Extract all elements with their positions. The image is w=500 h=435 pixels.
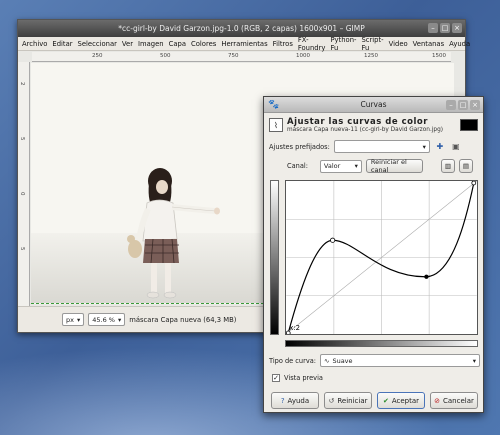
ok-button[interactable]: ✔ Aceptar (377, 392, 425, 409)
cancel-button[interactable]: ⊘ Cancelar (430, 392, 478, 409)
ruler-tick-label: 5 (19, 247, 25, 251)
control-point (330, 237, 336, 243)
curve-type-select[interactable]: ∿ Suave ▾ (320, 354, 480, 367)
preset-menu-icon[interactable]: ▣ (450, 141, 462, 153)
ruler-tick-label: 250 (92, 53, 103, 59)
menu-item[interactable]: Colores (191, 40, 216, 48)
add-preset-icon[interactable]: ✚ (434, 141, 446, 153)
preview-row: ✓ Vista previa (272, 374, 323, 382)
curves-icon: ⌇ (269, 118, 283, 132)
reset-channel-button[interactable]: Reiniciar el canal (365, 158, 423, 174)
help-button[interactable]: ? Ayuda (271, 392, 319, 409)
presets-select[interactable]: ▾ (333, 140, 430, 153)
ruler-tick-label: 500 (160, 53, 171, 59)
curve-type-row: Tipo de curva: ∿ Suave ▾ (269, 354, 480, 367)
input-gradient-bar (285, 340, 478, 347)
smooth-curve-icon: ∿ (324, 356, 330, 365)
minimize-icon[interactable]: – (428, 23, 438, 33)
dialog-header: ⌇ Ajustar las curvas de color máscara Ca… (264, 113, 483, 137)
menu-item[interactable]: FX-Foundry (298, 36, 326, 52)
channel-label: Canal: (287, 162, 308, 170)
menu-item[interactable]: Archivo (22, 40, 47, 48)
dialog-subheading: máscara Capa nueva-11 (cc-girl-by David … (287, 127, 444, 133)
layer-status-text: máscara Capa nueva (64,3 MB) (129, 315, 237, 324)
chevron-down-icon: ▾ (422, 142, 426, 151)
control-point (424, 274, 429, 279)
minimize-icon[interactable]: – (446, 100, 456, 110)
log-histogram-icon[interactable]: ▤ (458, 159, 473, 173)
zoom-select[interactable]: 45.6 % ▾ (88, 313, 126, 326)
menu-item[interactable]: Ayuda (449, 40, 470, 48)
preview-label: Vista previa (284, 374, 323, 382)
menu-item[interactable]: Python-Fu (330, 36, 356, 52)
ruler-tick-label: 1000 (296, 53, 310, 59)
chevron-down-icon: ▾ (76, 315, 81, 324)
gimp-title-bar[interactable]: *cc-girl-by David Garzon.jpg-1.0 (RGB, 2… (18, 20, 465, 37)
channel-row: Canal: Valor ▾ Reiniciar el canal ▥ ▤ (287, 158, 473, 174)
chevron-down-icon: ▾ (354, 162, 358, 170)
control-point (471, 181, 477, 186)
dialog-heading: Ajustar las curvas de color (287, 117, 428, 127)
cancel-label: Cancelar (443, 396, 474, 405)
menu-item[interactable]: Filtros (273, 40, 293, 48)
ok-icon: ✔ (382, 396, 389, 405)
vertical-ruler[interactable]: 2 5 0 5 (18, 62, 30, 306)
preview-checkbox[interactable]: ✓ (272, 374, 280, 382)
gimp-icon: 🐾 (268, 100, 280, 110)
maximize-icon[interactable]: □ (440, 23, 450, 33)
reset-icon: ↺ (328, 396, 335, 405)
chevron-down-icon: ▾ (472, 356, 476, 365)
menu-item[interactable]: Editar (52, 40, 72, 48)
gimp-menubar: Archivo Editar Seleccionar Ver Imagen Capa Col… (18, 36, 470, 52)
ok-label: Aceptar (391, 396, 420, 405)
presets-label: Ajustes prefijados: (269, 142, 330, 151)
point-readout: x:2 (289, 324, 300, 332)
channel-value: Valor (323, 162, 341, 170)
reset-button[interactable]: ↺ Reiniciar (324, 392, 372, 409)
chevron-down-icon: ▾ (117, 315, 122, 324)
menu-item[interactable]: Imagen (138, 40, 164, 48)
help-label: Ayuda (287, 396, 310, 405)
curve-type-value: Suave (332, 356, 353, 365)
ruler-tick-label: 1250 (364, 53, 378, 59)
cancel-icon: ⊘ (434, 396, 440, 405)
menu-item[interactable]: Seleccionar (78, 40, 117, 48)
output-gradient-bar (270, 180, 279, 335)
close-icon[interactable]: × (470, 100, 480, 110)
ruler-tick-label: 1500 (432, 53, 446, 59)
gimp-window-title: *cc-girl-by David Garzon.jpg-1.0 (RGB, 2… (118, 24, 365, 33)
linear-histogram-icon[interactable]: ▥ (440, 159, 455, 173)
zoom-value: 45.6 % (92, 315, 115, 324)
unit-select[interactable]: px ▾ (62, 313, 85, 326)
presets-row: Ajustes prefijados: ▾ ✚ ▣ (269, 140, 462, 153)
ruler-tick-label: 0 (19, 192, 25, 196)
unit-value: px (66, 315, 74, 324)
curve-type-label: Tipo de curva: (269, 356, 316, 365)
drawable-preview (460, 119, 478, 131)
menu-item[interactable]: Herramientas (221, 40, 267, 48)
ruler-tick-label: 750 (228, 53, 239, 59)
menu-item[interactable]: Script-Fu (361, 36, 383, 52)
help-icon: ? (280, 396, 285, 405)
menu-item[interactable]: Video (389, 40, 408, 48)
horizontal-ruler[interactable]: 250 500 750 1000 1250 1500 (32, 52, 451, 62)
menu-item[interactable]: Capa (169, 40, 186, 48)
menu-item[interactable]: Ventanas (413, 40, 444, 48)
curves-window-title: Curvas (360, 100, 387, 109)
maximize-icon[interactable]: □ (458, 100, 468, 110)
close-icon[interactable]: × (452, 23, 462, 33)
ruler-tick-label: 5 (19, 137, 25, 141)
curve-graph[interactable]: x:2 (285, 180, 478, 335)
channel-select[interactable]: Valor ▾ (319, 159, 362, 173)
reset-label: Reiniciar (337, 396, 368, 405)
curves-title-bar[interactable]: 🐾 Curvas – □ × (264, 97, 483, 113)
ruler-tick-label: 2 (19, 82, 25, 86)
menu-item[interactable]: Ver (122, 40, 133, 48)
